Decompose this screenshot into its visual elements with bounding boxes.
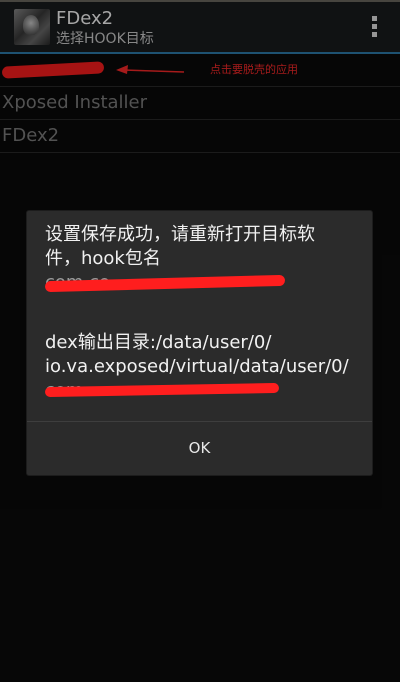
dialog: 设置保存成功，请重新打开目标软 件，hook包名 com.co... dex输出… xyxy=(27,211,372,475)
dialog-message-line: dex输出目录:/data/user/0/ xyxy=(45,332,272,353)
dialog-message-line: io.va.exposed/virtual/data/user/0/ xyxy=(45,356,349,377)
dialog-message-line-redacted: com... xyxy=(44,379,363,403)
dialog-message-line: 件，hook包名 xyxy=(45,248,161,269)
dialog-message-line: 设置保存成功，请重新打开目标软 xyxy=(45,224,315,245)
dialog-message: 设置保存成功，请重新打开目标软 件，hook包名 com.co... dex输出… xyxy=(44,223,363,403)
screen: FDex2 选择HOOK目标 点击要脱壳的应用 Xposed Installer… xyxy=(0,0,400,682)
ok-button[interactable]: OK xyxy=(27,422,372,475)
dialog-message-line-redacted: com.co... xyxy=(44,271,363,295)
